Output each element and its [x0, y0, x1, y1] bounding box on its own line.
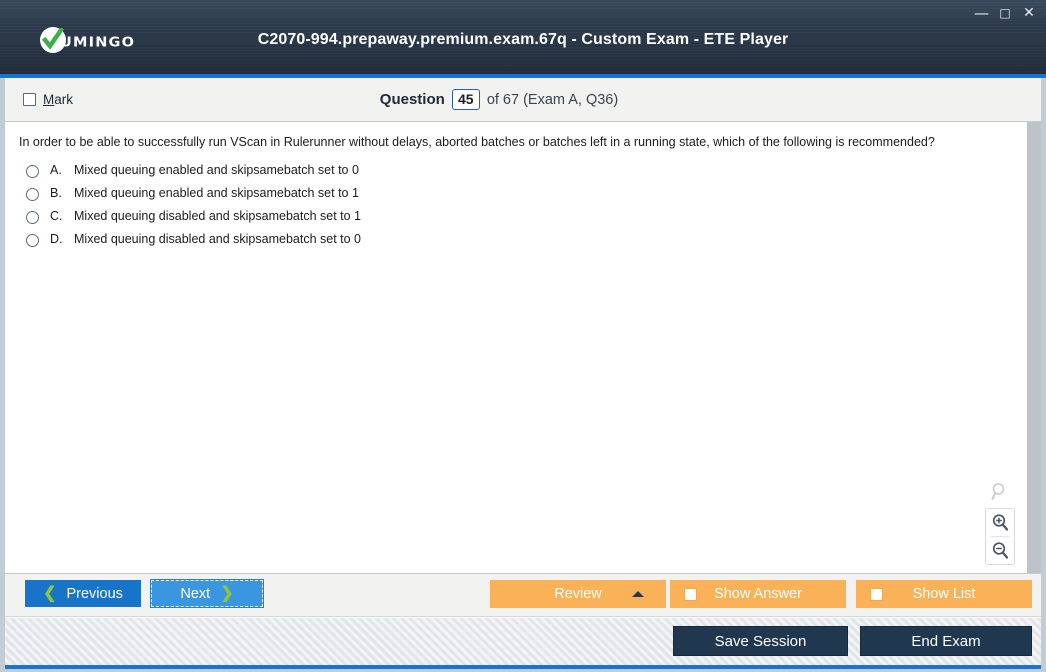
answer-option-a[interactable]: A. Mixed queuing enabled and skipsamebat… — [19, 163, 1012, 178]
previous-button-label: Previous — [66, 585, 123, 602]
caret-up-icon — [632, 591, 644, 597]
review-button-label: Review — [554, 586, 602, 602]
show-list-button[interactable]: Show List — [856, 580, 1032, 608]
option-letter-b: B. — [50, 186, 62, 200]
option-text-a: Mixed queuing enabled and skipsamebatch … — [74, 163, 359, 177]
ete-player-window: UMINGO C2070-994.prepaway.premium.exam.6… — [0, 0, 1046, 672]
chevron-right-icon: ❯ — [220, 584, 234, 602]
question-number-input[interactable]: 45 — [451, 89, 480, 110]
window-title: C2070-994.prepaway.premium.exam.67q - Cu… — [257, 31, 789, 48]
magnifier-minus-icon[interactable] — [987, 537, 1013, 564]
option-text-d: Mixed queuing disabled and skipsamebatch… — [74, 232, 361, 246]
question-total-label: of 67 (Exam A, Q36) — [486, 91, 619, 108]
magnifier-icon[interactable] — [986, 479, 1014, 505]
option-letter-c: C. — [50, 209, 63, 223]
question-word-label: Question — [379, 91, 445, 108]
footer-bar: Save Session End Exam — [5, 617, 1041, 665]
next-button-label: Next — [180, 585, 211, 602]
end-exam-button[interactable]: End Exam — [860, 626, 1032, 656]
close-icon[interactable]: ✕ — [1022, 6, 1036, 20]
checkbox-square-icon — [684, 587, 697, 601]
zoom-tool-group — [984, 479, 1016, 565]
option-text-b: Mixed queuing enabled and skipsamebatch … — [74, 186, 359, 200]
magnifier-plus-icon[interactable] — [987, 509, 1013, 536]
zoom-in-out-group — [985, 508, 1015, 565]
chevron-left-icon: ❮ — [43, 584, 57, 602]
question-header-bar: Mark Question 45 of 67 (Exam A, Q36) — [5, 78, 1041, 122]
show-answer-button-label: Show Answer — [714, 586, 802, 602]
radio-button-a[interactable] — [26, 165, 39, 178]
answer-option-c[interactable]: C. Mixed queuing disabled and skipsameba… — [19, 209, 1012, 224]
show-answer-button[interactable]: Show Answer — [670, 580, 846, 608]
question-counter: Question 45 of 67 (Exam A, Q36) — [0, 89, 1041, 110]
radio-button-b[interactable] — [26, 188, 39, 201]
answer-options-list: A. Mixed queuing enabled and skipsamebat… — [19, 163, 1012, 247]
checkbox-square-icon — [870, 587, 883, 601]
option-text-c: Mixed queuing disabled and skipsamebatch… — [74, 209, 361, 223]
titlebar-accent-strip — [0, 74, 1046, 78]
answer-option-b[interactable]: B. Mixed queuing enabled and skipsamebat… — [19, 186, 1012, 201]
content-scrollbar[interactable] — [1026, 122, 1041, 573]
save-session-button[interactable]: Save Session — [673, 626, 848, 656]
minimize-icon[interactable]: — — [974, 6, 989, 21]
title-bar[interactable]: UMINGO C2070-994.prepaway.premium.exam.6… — [0, 0, 1046, 78]
navigation-toolbar: ❮ Previous Next ❯ Review Show Answer Sho… — [5, 574, 1041, 617]
option-letter-a: A. — [50, 163, 62, 177]
question-stem: In order to be able to successfully run … — [19, 135, 935, 149]
show-list-button-label: Show List — [912, 586, 976, 602]
save-session-button-label: Save Session — [714, 632, 807, 650]
review-button[interactable]: Review — [490, 580, 666, 608]
option-letter-d: D. — [50, 232, 63, 246]
window-bottom-accent — [0, 665, 1046, 672]
end-exam-button-label: End Exam — [911, 632, 981, 650]
radio-button-c[interactable] — [26, 211, 39, 224]
maximize-icon[interactable]: □ — [998, 6, 1012, 20]
previous-button[interactable]: ❮ Previous — [25, 580, 141, 607]
next-button[interactable]: Next ❯ — [150, 579, 264, 608]
content-pane-wrapper: In order to be able to successfully run … — [5, 122, 1041, 574]
window-controls: — □ ✕ — [974, 6, 1036, 21]
question-content-pane: In order to be able to successfully run … — [5, 122, 1026, 573]
window-body: Mark Question 45 of 67 (Exam A, Q36) In … — [0, 78, 1046, 665]
radio-button-d[interactable] — [26, 234, 39, 247]
answer-option-d[interactable]: D. Mixed queuing disabled and skipsameba… — [19, 232, 1012, 247]
